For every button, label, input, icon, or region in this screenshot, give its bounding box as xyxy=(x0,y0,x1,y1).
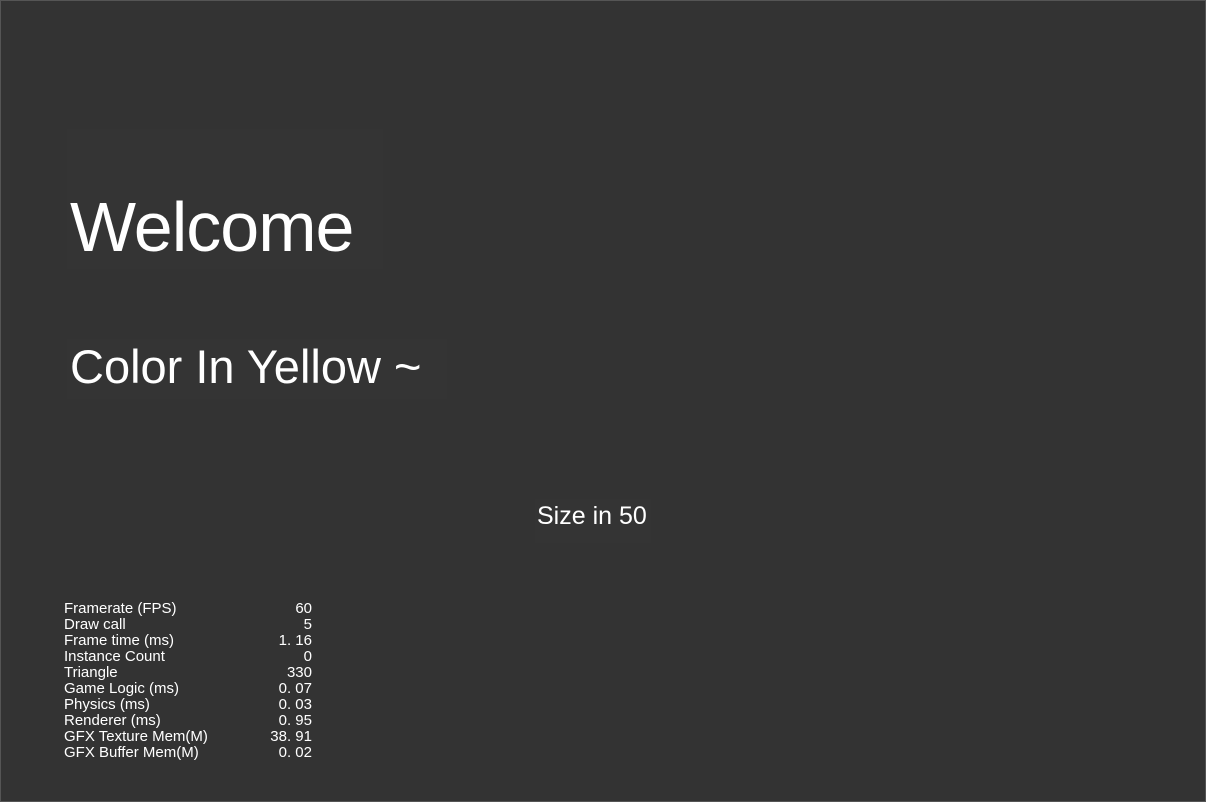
size-label: Size in 50 xyxy=(535,499,651,543)
stat-value: 1. 16 xyxy=(278,632,312,649)
stat-name: GFX Texture Mem(M) xyxy=(64,728,208,745)
stat-row: Game Logic (ms) 0. 07 xyxy=(64,681,312,697)
stat-value: 0. 03 xyxy=(278,696,312,713)
stat-row: Framerate (FPS) 60 xyxy=(64,601,312,617)
stat-value: 60 xyxy=(295,600,312,617)
color-text: Color In Yellow ~ xyxy=(70,340,422,393)
stat-name: Triangle xyxy=(64,664,118,681)
stat-value: 5 xyxy=(303,616,312,633)
size-text: Size in 50 xyxy=(537,502,647,530)
stat-row: GFX Texture Mem(M) 38. 91 xyxy=(64,729,312,745)
welcome-text: Welcome xyxy=(70,188,354,266)
stat-value: 0 xyxy=(303,648,312,665)
stat-value: 330 xyxy=(286,664,312,681)
stat-value: 38. 91 xyxy=(270,728,312,745)
welcome-label: Welcome xyxy=(67,129,383,269)
debug-stats-panel: Framerate (FPS) 60 Draw call 5 Frame tim… xyxy=(64,601,312,761)
stat-row: Physics (ms) 0. 03 xyxy=(64,697,312,713)
stat-value: 0. 95 xyxy=(278,712,312,729)
stat-name: Renderer (ms) xyxy=(64,712,161,729)
stat-row: Draw call 5 xyxy=(64,617,312,633)
stat-name: Framerate (FPS) xyxy=(64,600,177,617)
stat-name: Draw call xyxy=(64,616,126,633)
stat-row: Renderer (ms) 0. 95 xyxy=(64,713,312,729)
stat-name: GFX Buffer Mem(M) xyxy=(64,744,199,761)
stat-row: GFX Buffer Mem(M) 0. 02 xyxy=(64,745,312,761)
stat-name: Instance Count xyxy=(64,648,165,665)
stat-name: Game Logic (ms) xyxy=(64,680,180,697)
stat-name: Physics (ms) xyxy=(64,696,150,713)
color-label: Color In Yellow ~ xyxy=(67,339,447,399)
stat-value: 0. 07 xyxy=(278,680,312,697)
game-viewport[interactable]: Welcome Color In Yellow ~ Size in 50 Fra… xyxy=(0,0,1206,802)
stat-name: Frame time (ms) xyxy=(64,632,174,649)
stat-row: Triangle 330 xyxy=(64,665,312,681)
stat-row: Instance Count 0 xyxy=(64,649,312,665)
stat-row: Frame time (ms) 1. 16 xyxy=(64,633,312,649)
stat-value: 0. 02 xyxy=(278,744,312,761)
